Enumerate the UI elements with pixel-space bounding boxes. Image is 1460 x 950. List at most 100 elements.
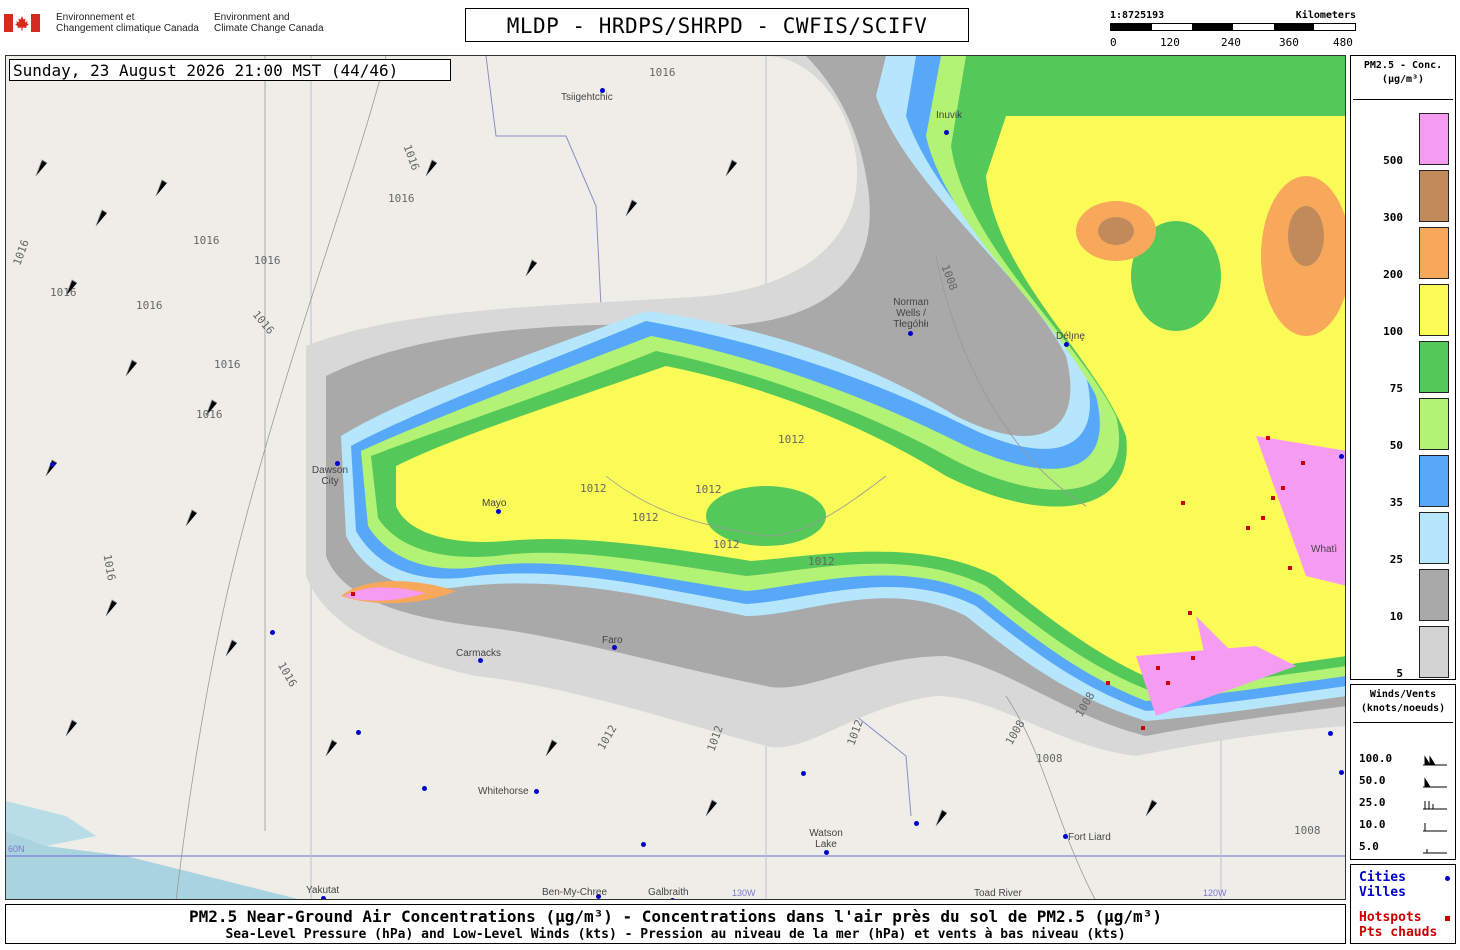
city-label: Carmacks xyxy=(456,648,502,659)
hotspot-square-icon xyxy=(1445,916,1450,921)
concentration-legend: PM2.5 - Conc. (µg/m³) 500 300 200 100 75… xyxy=(1350,55,1456,680)
wind-barb-50-icon xyxy=(1423,777,1447,788)
wind-barb-25-icon xyxy=(1423,801,1447,810)
city-label: Whitehorse xyxy=(478,786,529,797)
city-marker[interactable] xyxy=(1339,770,1344,775)
city-label: Délı̨nę xyxy=(1056,331,1085,342)
city-marker[interactable] xyxy=(908,331,913,336)
cities-label-en: Cities xyxy=(1359,870,1406,885)
city-label: Watson Lake xyxy=(809,828,843,850)
legend-tick: 200 xyxy=(1383,268,1403,281)
city-label: Dawson City xyxy=(311,465,349,487)
city-label: Toad River xyxy=(974,888,1022,899)
legend-swatch xyxy=(1419,113,1449,165)
isobar-label: 1016 xyxy=(196,408,223,421)
legend-tick: 25 xyxy=(1389,553,1403,566)
legend-swatch xyxy=(1419,227,1449,279)
legend-title-line2: (µg/m³) xyxy=(1381,74,1425,85)
isobar-label: 1016 xyxy=(214,358,241,371)
wind-legend-title: Winds/Vents (knots/noeuds) xyxy=(1353,688,1453,723)
city-marker[interactable] xyxy=(422,786,427,791)
govt-en-line1: Environment and xyxy=(214,12,290,23)
city-label: Whatì xyxy=(1311,544,1338,555)
city-label: Tsiigehtchic xyxy=(561,92,613,103)
smoke-patch-75 xyxy=(706,486,826,546)
longitude-label: 130W xyxy=(732,888,756,898)
government-signature: Environnement et Changement climatique C… xyxy=(4,10,344,44)
wind-title-line1: Winds/Vents xyxy=(1369,689,1437,700)
wind-title-line2: (knots/noeuds) xyxy=(1360,703,1446,714)
city-marker[interactable] xyxy=(670,898,675,899)
hotspots-label-fr: Pts chauds xyxy=(1359,925,1438,940)
legend-swatch xyxy=(1419,626,1449,678)
city-label: Ben-My-Chree xyxy=(542,887,608,898)
govt-en-line2: Climate Change Canada xyxy=(214,23,324,34)
city-marker[interactable] xyxy=(914,821,919,826)
city-marker[interactable] xyxy=(270,630,275,635)
legend-tick: 100 xyxy=(1383,325,1403,338)
city-label: Yakutat xyxy=(306,885,340,896)
city-marker[interactable] xyxy=(824,850,829,855)
hotspots-label-en: Hotspots xyxy=(1359,910,1422,925)
smoke-patch-300 xyxy=(1098,217,1134,245)
caption-line2: Sea-Level Pressure (hPa) and Low-Level W… xyxy=(225,927,1126,942)
isobar-label: 1012 xyxy=(713,538,740,551)
map-canvas[interactable]: Tsiigehtchic Inuvik Norman Wells / Tłegó… xyxy=(5,55,1346,900)
isobar-label: 1012 xyxy=(632,511,659,524)
longitude-label: 120W xyxy=(1203,888,1227,898)
scale-tick: 480 xyxy=(1333,36,1353,49)
isobar-label: 1012 xyxy=(778,433,805,446)
city-marker[interactable] xyxy=(1328,731,1333,736)
legend-tick: 5 xyxy=(1396,667,1403,680)
canada-flag-icon xyxy=(4,14,40,32)
isobar-label: 1012 xyxy=(695,483,722,496)
govt-fr-line2: Changement climatique Canada xyxy=(56,23,199,34)
symbols-legend: Cities Villes Hotspots Pts chauds xyxy=(1350,864,1456,944)
city-marker[interactable] xyxy=(944,130,949,135)
isobar-label: 1016 xyxy=(193,234,220,247)
legend-swatch xyxy=(1419,569,1449,621)
city-marker[interactable] xyxy=(534,789,539,794)
wind-barb-100-icon xyxy=(1423,755,1447,766)
city-label: Galbraith xyxy=(648,887,689,898)
city-marker[interactable] xyxy=(641,842,646,847)
legend-title: PM2.5 - Conc. (µg/m³) xyxy=(1353,59,1453,100)
city-label: Norman Wells / Tłegóhłı xyxy=(893,297,929,330)
city-marker[interactable] xyxy=(801,771,806,776)
isobar-label: 1016 xyxy=(254,254,281,267)
map-graphic xyxy=(6,56,1345,899)
legend-title-line1: PM2.5 - Conc. xyxy=(1363,60,1443,71)
isobar-label: 1016 xyxy=(50,286,77,299)
city-dot-icon xyxy=(1445,876,1450,881)
wind-speed-label: 100.0 xyxy=(1359,752,1393,765)
wind-speed-label: 25.0 xyxy=(1359,796,1386,809)
legend-swatch xyxy=(1419,284,1449,336)
scale-ratio: 1:8725193 xyxy=(1110,10,1165,21)
city-label: Fort Liard xyxy=(1068,832,1111,843)
wind-speed-label: 5.0 xyxy=(1359,840,1379,853)
city-marker[interactable] xyxy=(1064,342,1069,347)
isobar-label: 1016 xyxy=(649,66,676,79)
scale-unit: Kilometers xyxy=(1295,10,1356,21)
isobar-label: 1016 xyxy=(388,192,415,205)
legend-swatch xyxy=(1419,170,1449,222)
govt-name-fr: Environnement et Changement climatique C… xyxy=(56,12,206,34)
wind-legend: Winds/Vents (knots/noeuds) 100.0 50.0 25… xyxy=(1350,684,1456,860)
city-marker[interactable] xyxy=(321,896,326,899)
legend-swatch xyxy=(1419,455,1449,507)
caption-line1: PM2.5 Near-Ground Air Concentrations (µg… xyxy=(189,907,1162,926)
city-marker[interactable] xyxy=(1339,454,1344,459)
legend-tick: 35 xyxy=(1389,496,1403,509)
isobar-label: 1008 xyxy=(1036,752,1063,765)
legend-tick: 10 xyxy=(1389,610,1403,623)
smoke-patch-300 xyxy=(1288,206,1324,266)
govt-fr-line1: Environnement et xyxy=(56,12,135,23)
city-marker[interactable] xyxy=(50,462,55,467)
city-marker[interactable] xyxy=(496,509,501,514)
scale-tick: 0 xyxy=(1110,36,1117,49)
city-marker[interactable] xyxy=(356,730,361,735)
isobar-label: 1012 xyxy=(580,482,607,495)
isobar-label: 1008 xyxy=(1294,824,1321,837)
legend-tick: 500 xyxy=(1383,154,1403,167)
legend-tick: 50 xyxy=(1389,439,1403,452)
